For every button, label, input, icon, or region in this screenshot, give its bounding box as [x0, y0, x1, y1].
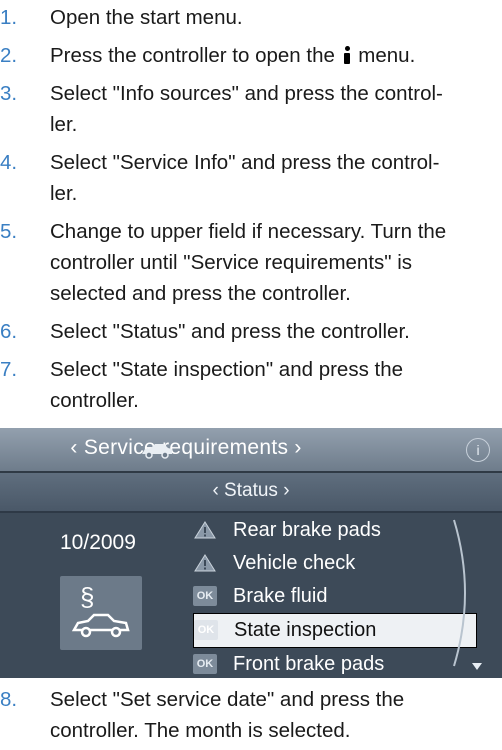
- step-number: 6.: [0, 320, 18, 343]
- list-item-label: Rear brake pads: [233, 519, 381, 541]
- scroll-down-icon[interactable]: [472, 663, 482, 670]
- step-text: Select "Set service date" and press the …: [50, 688, 405, 742]
- info-menu-icon: [342, 46, 352, 64]
- step-number: 7.: [0, 358, 18, 381]
- service-requirements-screen: ‹ Service requirements › i ‹ Status › 10…: [0, 428, 502, 678]
- list-item-label: Brake fluid: [233, 585, 328, 607]
- step-number: 3.: [0, 82, 18, 105]
- ok-badge: OK: [193, 654, 217, 674]
- warning-icon: [193, 520, 217, 540]
- step-number: 5.: [0, 220, 18, 243]
- screen-title-text: ‹ Service requirements ›: [70, 436, 302, 459]
- list-item-selected[interactable]: OK State inspection: [193, 613, 477, 648]
- step-text: Select "Info sources" and press the cont…: [50, 82, 443, 136]
- step-number: 1.: [0, 6, 18, 29]
- list-item[interactable]: OK Front brake pads: [193, 648, 469, 678]
- ok-badge: OK: [193, 586, 217, 606]
- info-icon: i: [466, 438, 490, 462]
- step-text: Press the controller to open the menu.: [50, 40, 490, 71]
- service-date: 10/2009: [60, 531, 136, 554]
- screen-title: ‹ Service requirements ›: [0, 436, 502, 460]
- list-item-label: Front brake pads: [233, 653, 385, 675]
- screen-subtitle: ‹ Status ›: [212, 480, 290, 501]
- list-item-label: Vehicle check: [233, 552, 356, 574]
- step-text: Select "Status" and press the controller…: [50, 320, 410, 343]
- warning-icon: [193, 553, 217, 573]
- service-items-list: Rear brake pads Vehicle check OK Brake f…: [193, 514, 477, 678]
- screen-subtitle-bar: ‹ Status ›: [0, 473, 502, 513]
- step-number: 8.: [0, 688, 18, 711]
- car-icon: [142, 444, 172, 459]
- list-item[interactable]: OK Brake fluid: [193, 580, 469, 613]
- step-text: Open the start menu.: [50, 6, 243, 29]
- paragraph-car-icon: §: [71, 582, 130, 638]
- state-inspection-symbol: §: [60, 576, 142, 650]
- list-item[interactable]: Vehicle check: [193, 547, 469, 580]
- step-text-after: menu.: [352, 44, 416, 67]
- screen-title-bar: ‹ Service requirements › i: [0, 428, 502, 473]
- step-text-before: Press the controller to open the: [50, 44, 341, 67]
- scroll-indicator[interactable]: [450, 518, 482, 668]
- step-text: Select "Service Info" and press the cont…: [50, 151, 440, 205]
- step-text: Change to upper field if necessary. Turn…: [50, 220, 447, 305]
- step-number: 2.: [0, 44, 18, 67]
- step-text: Select "State inspection" and press the …: [50, 358, 404, 412]
- list-item-label: State inspection: [234, 619, 377, 641]
- step-number: 4.: [0, 151, 18, 174]
- list-item[interactable]: Rear brake pads: [193, 514, 469, 547]
- svg-text:§: §: [80, 582, 94, 612]
- ok-badge: OK: [194, 620, 218, 640]
